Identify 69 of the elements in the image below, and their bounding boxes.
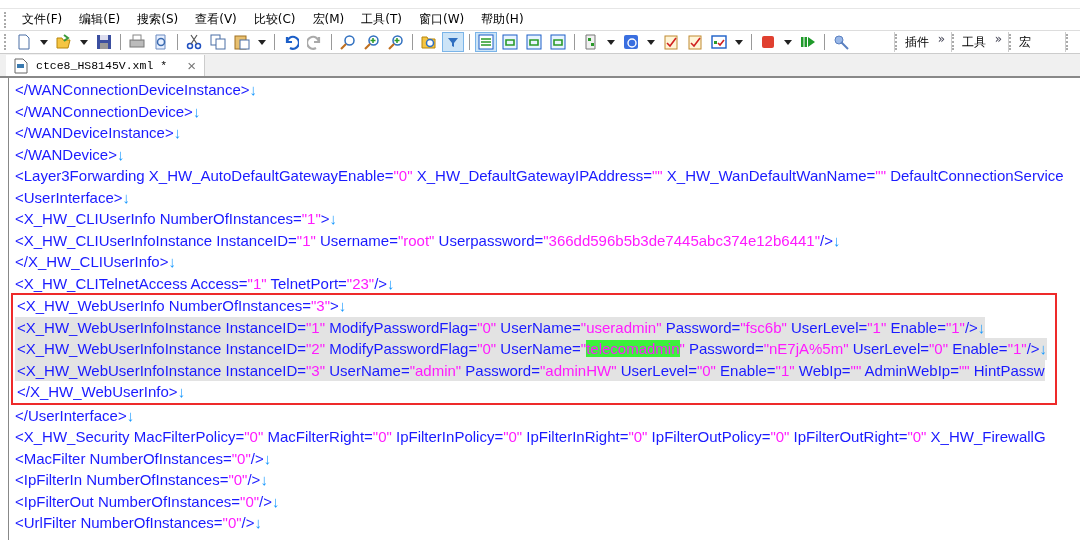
- search-icon: [340, 34, 356, 50]
- stop-icon: [760, 34, 776, 50]
- more-button[interactable]: »: [937, 32, 945, 46]
- menu-item[interactable]: 查看(V): [185, 11, 244, 28]
- code-line: <IpFilterOut NumberOfInstances="0"/>↓: [14, 491, 280, 512]
- caret-icon: [647, 39, 655, 45]
- clipboard-icon: [234, 34, 250, 50]
- code-line: <UserInterface>↓: [14, 187, 131, 208]
- toolbar-label[interactable]: 插件: [905, 33, 929, 51]
- toolbar-button[interactable]: [708, 32, 730, 52]
- checklist-icon: [663, 34, 679, 50]
- menu-item[interactable]: 比较(C): [243, 11, 303, 28]
- scissors-icon: [186, 34, 202, 50]
- caret-icon: [258, 39, 266, 45]
- code-line: </WANDevice>↓: [14, 144, 125, 165]
- folder-search-icon: [421, 34, 437, 50]
- menu-item[interactable]: 搜索(S): [127, 11, 186, 28]
- code-line: </UserInterface>↓: [14, 405, 135, 426]
- checkbox-window-icon: [711, 34, 727, 50]
- play-icon: [800, 34, 816, 50]
- menu-item[interactable]: 帮助(H): [471, 11, 531, 28]
- caret-icon: [784, 39, 792, 45]
- code-line: </WANDeviceInstance>↓: [14, 123, 182, 143]
- window-icon: [502, 34, 518, 50]
- lines-icon: [478, 34, 494, 50]
- code-line: </WANConnectionDeviceInstance>↓: [14, 80, 258, 100]
- save-icon: [96, 34, 112, 50]
- code-line: </X_HW_WebUserInfo>↓: [16, 382, 186, 402]
- caret-icon: [735, 39, 743, 45]
- code-line: <IpFilterIn NumberOfInstances="0"/>↓: [14, 470, 268, 490]
- window-icon: [526, 34, 542, 50]
- page-magnifier-icon: [153, 34, 169, 50]
- menu-item[interactable]: 工具(T): [351, 11, 409, 28]
- magnifier-icon: [388, 34, 404, 50]
- code-line: <X_HW_CLITelnetAccess Access="1" TelnetPort="23"/>↓: [14, 273, 395, 294]
- folder-icon: [56, 34, 72, 50]
- undo-icon: [283, 34, 299, 50]
- more-button[interactable]: »: [994, 32, 1002, 46]
- code-line: </X_HW_CLIUserInfo>↓: [14, 252, 176, 272]
- menu-item[interactable]: 编辑(E): [69, 11, 128, 28]
- code-line: </WANConnectionDevice>↓: [14, 101, 201, 122]
- code-line: <MacFilter NumberOfInstances="0"/>↓: [14, 448, 272, 469]
- code-line: <X_HW_CLIUserInfo NumberOfInstances="1">↓: [14, 209, 338, 229]
- magnifier-icon: [364, 34, 380, 50]
- checklist-icon: [687, 34, 703, 50]
- code-line: <Layer3Forwarding X_HW_AutoDefaultGatewayEnable="0" X_HW_DefaultGatewayIPAddress="" X_HW_WanDefaultWanName="" DefaultConnectionService: [14, 166, 1064, 186]
- copy-icon: [210, 34, 226, 50]
- code-line: <UrlFilter NumberOfInstances="0"/>↓: [14, 513, 262, 533]
- menu-item[interactable]: 宏(M): [302, 11, 352, 28]
- redo-icon: [307, 34, 323, 50]
- printer-icon: [129, 34, 145, 50]
- xml-file-icon: [14, 57, 28, 74]
- caret-icon: [607, 39, 615, 45]
- menu-item[interactable]: 文件(F): [12, 11, 70, 28]
- toolbar-label[interactable]: 工具: [962, 33, 986, 51]
- toolbar-button[interactable]: [442, 32, 464, 52]
- caret-icon: [80, 39, 88, 45]
- file-tab[interactable]: ctce8_HS8145V.xml * ×: [6, 55, 205, 76]
- caret-icon: [40, 39, 48, 45]
- file-icon: [16, 34, 32, 50]
- toolbar-label[interactable]: 宏: [1019, 33, 1031, 51]
- close-button[interactable]: ×: [187, 57, 196, 74]
- menu-item[interactable]: 窗口(W): [408, 11, 472, 28]
- document-tree-icon: [583, 34, 599, 50]
- toolbar-button[interactable]: [207, 32, 229, 52]
- code-line: <X_HW_Security MacFilterPolicy="0" MacFilterRight="0" IpFilterInPolicy="0" IpFilterInRight="0" IpFilterOutPolicy="0" IpFilterOutRight="0" X_HW_FirewallG: [14, 427, 1046, 447]
- code-line: <X_HW_WebUserInfo NumberOfInstances="3">↓: [16, 296, 347, 316]
- window-icon: [550, 34, 566, 50]
- code-line: <X_HW_CLIUserInfoInstance InstanceID="1" Username="root" Userpassword="366dd596b5b3de7445abc374e12b6441"/>↓: [14, 230, 841, 251]
